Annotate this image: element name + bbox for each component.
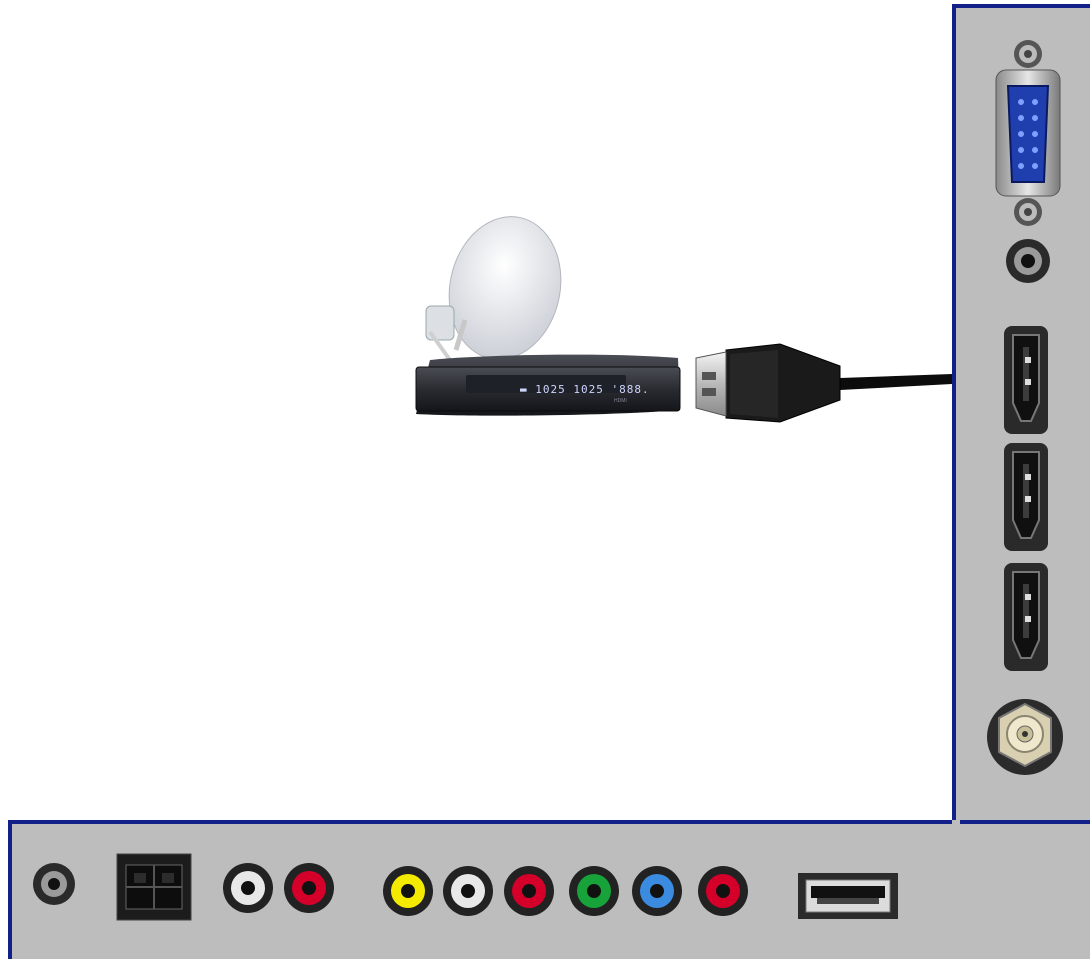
- rca-jack-icon: [284, 863, 334, 913]
- hdmi-cable-icon: [695, 343, 952, 423]
- hdmi-port-icon: [1004, 326, 1048, 434]
- receiver-brand-label: HDMI: [614, 398, 627, 404]
- rca-jack-icon: [443, 866, 493, 916]
- tv-panel-corner: [952, 820, 960, 828]
- hdmi-port-icon: [1004, 443, 1048, 551]
- rca-jack-icon: [569, 866, 619, 916]
- optical-port-icon: [116, 853, 192, 921]
- receiver-display-text: ▬ 1025 1025 '888.: [520, 383, 650, 396]
- hdmi-port-icon: [1004, 563, 1048, 671]
- audio-jack-icon: [33, 863, 75, 905]
- rca-jack-icon: [383, 866, 433, 916]
- rca-jack-icon: [504, 866, 554, 916]
- audio-jack-icon: [1006, 239, 1050, 283]
- usb-port-icon: [798, 873, 898, 919]
- rca-jack-icon: [632, 866, 682, 916]
- vga-port-icon: [995, 40, 1061, 226]
- rca-jack-icon: [698, 866, 748, 916]
- rca-jack-icon: [223, 863, 273, 913]
- coax-port-icon: [987, 699, 1063, 775]
